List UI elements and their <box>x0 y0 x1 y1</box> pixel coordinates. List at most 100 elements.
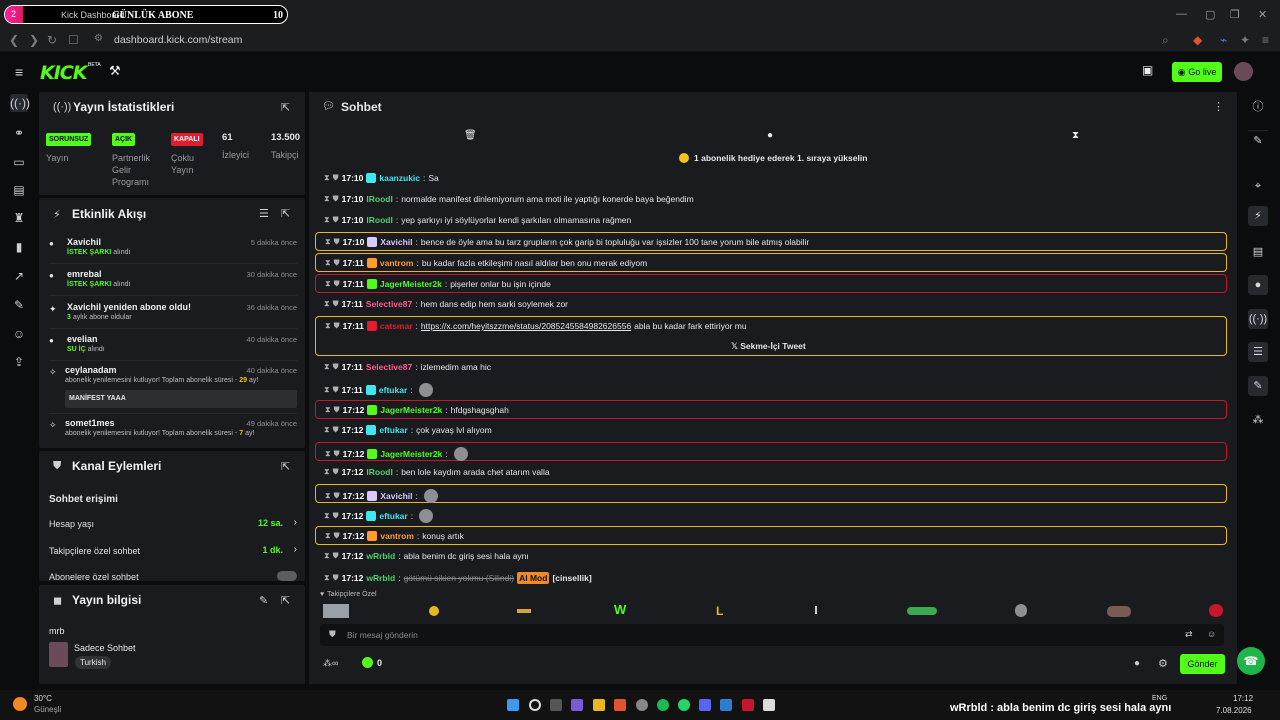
message-username[interactable]: JagerMeister2k <box>380 449 442 459</box>
language-indicator[interactable]: ENG <box>1152 695 1167 702</box>
app-icon[interactable] <box>720 699 732 711</box>
mod-shield-icon[interactable]: ⛊ <box>333 173 339 183</box>
kick-logo[interactable]: KICK <box>40 62 87 84</box>
chat-message[interactable]: ⧗ ⛊ 17:12 JagerMeister2k: hfdgshagsghah <box>315 400 1227 419</box>
mod-shield-icon[interactable]: ⛊ <box>334 237 340 247</box>
folder-icon[interactable] <box>593 699 605 711</box>
clock-time[interactable]: 17:12 <box>1233 694 1253 703</box>
avatar[interactable] <box>1234 62 1253 81</box>
whatsapp-icon[interactable] <box>678 699 690 711</box>
rail-stream-icon[interactable]: ((·)) <box>10 94 30 112</box>
emote[interactable] <box>517 609 531 613</box>
info-circle-icon[interactable]: ⓘ <box>1248 97 1268 117</box>
chat-icon[interactable]: ● <box>1248 275 1268 295</box>
timeout-icon[interactable]: ⧗ <box>324 194 330 204</box>
translate-icon[interactable]: ⇄ <box>1185 629 1193 640</box>
emote[interactable] <box>429 606 439 616</box>
chat-message[interactable]: ⧗ ⛊ 17:10 IRoodI: normalde manifest dinlemiy… <box>315 190 1227 209</box>
rail-window-icon[interactable]: ▭ <box>10 153 28 171</box>
chat-message[interactable]: ⧗ ⛊ 17:10 kaanzukic: Sa <box>315 169 1227 188</box>
app-icon[interactable] <box>742 699 754 711</box>
timeout-icon[interactable]: ⧗ <box>325 405 331 415</box>
search-icon[interactable] <box>529 699 541 711</box>
timeout-icon[interactable]: ⧗ <box>325 321 331 331</box>
filter-icon[interactable]: ☰ <box>259 207 269 220</box>
emote[interactable] <box>419 509 434 523</box>
emote[interactable] <box>815 606 817 614</box>
message-username[interactable]: kaanzukic <box>379 173 420 183</box>
chat-message[interactable]: ⧗ ⛊ 17:12 vantrom: konuş artık <box>315 526 1227 545</box>
message-input[interactable]: ⛊ Bir mesaj gönderin ⇄ ☺ <box>320 624 1224 646</box>
message-username[interactable]: IRoodI <box>366 215 392 225</box>
url-field[interactable]: dashboard.kick.com/stream <box>114 34 242 46</box>
trash-icon[interactable]: 🗑︎ <box>464 130 477 141</box>
brave-shield-icon[interactable]: ◆ <box>1193 33 1202 47</box>
mod-shield-icon[interactable]: ⛊ <box>333 511 339 521</box>
timeout-icon[interactable]: ⧗ <box>325 449 331 459</box>
pencil-icon[interactable]: ✎ <box>1248 130 1268 150</box>
message-username[interactable]: Xavichil <box>380 237 412 247</box>
rail-analytics-icon[interactable]: ↗ <box>10 267 28 285</box>
chat-message[interactable]: ⧗ ⛊ 17:12 JagerMeister2k: <box>315 442 1227 461</box>
menu-icon[interactable]: ≡ <box>1262 33 1269 47</box>
message-username[interactable]: eftukar <box>379 511 407 521</box>
chat-message[interactable]: ⧗ ⛊ 17:12 wRrbld: götümü sikien yokmu (Silin… <box>315 568 1227 587</box>
timeout-icon[interactable]: ⧗ <box>324 551 330 561</box>
emoji-icon[interactable]: ☺ <box>1207 629 1216 639</box>
back-icon[interactable]: ❮ <box>9 33 19 47</box>
wrench-icon[interactable]: ✎ <box>1248 376 1268 396</box>
rail-tools-icon[interactable]: ✎ <box>10 296 28 314</box>
points-icon[interactable]: ⁂∞ <box>323 658 338 669</box>
restore-icon[interactable]: ▢ <box>1205 8 1215 21</box>
clock-date[interactable]: 7.08.2026 <box>1216 706 1252 715</box>
emote[interactable] <box>453 447 468 461</box>
taskview-icon[interactable] <box>550 699 562 711</box>
popout-icon[interactable]: ⇱ <box>281 460 290 473</box>
chat-message[interactable]: ⧗ ⛊ 17:12 IRoodI: ben lole kaydım arada chet… <box>315 463 1227 482</box>
timeout-icon[interactable]: ⧗ <box>324 511 330 521</box>
extension-icon[interactable]: ⌁ <box>1220 33 1227 47</box>
chat-message[interactable]: ⧗ ⛊ 17:11 vantrom: bu kadar fazla etkileşimi… <box>315 253 1227 272</box>
popout-icon[interactable]: ⇱ <box>281 594 290 607</box>
message-link[interactable]: https://x.com/heyitszzme/status/20852455… <box>421 321 631 331</box>
rail-users-icon[interactable]: ☺ <box>10 325 28 343</box>
timeout-icon[interactable]: ⧗ <box>325 279 331 289</box>
message-username[interactable]: eftukar <box>379 385 407 395</box>
chat-message[interactable]: ⧗ ⛊ 17:12 eftukar: <box>315 505 1227 524</box>
popout-icon[interactable]: ⇱ <box>281 101 290 114</box>
timeout-icon[interactable]: ⧗ <box>325 237 331 247</box>
timeout-icon[interactable]: ⧗ <box>325 531 331 541</box>
gift-banner[interactable]: 1 abonelik hediye ederek 1. sıraya yükse… <box>679 153 867 163</box>
message-username[interactable]: IRoodI <box>366 194 392 204</box>
forward-icon[interactable]: ❯ <box>29 33 39 47</box>
message-username[interactable]: JagerMeister2k <box>380 279 442 289</box>
spotify-icon[interactable] <box>657 699 669 711</box>
document-icon[interactable]: ▤ <box>1248 242 1268 262</box>
setting-sub-chat[interactable]: Abonelere özel sohbet <box>49 571 297 581</box>
message-username[interactable]: IRoodI <box>366 467 392 477</box>
minimize-icon[interactable]: — <box>1176 8 1187 20</box>
send-button[interactable]: Gönder <box>1180 654 1225 674</box>
lightning-icon[interactable]: ⚡ <box>1248 206 1268 226</box>
tweet-embed[interactable]: 𝕏 Sekme-İçi Tweet <box>731 341 806 352</box>
hamburger-icon[interactable]: ≡ <box>15 64 23 80</box>
rail-trophy-icon[interactable]: ♜ <box>10 209 28 227</box>
message-username[interactable]: vantrom <box>380 531 414 541</box>
emote[interactable] <box>418 383 433 397</box>
message-username[interactable]: wRrbld <box>366 573 395 583</box>
mod-shield-icon[interactable]: ⛊ <box>333 467 339 477</box>
app-icon[interactable] <box>763 699 775 711</box>
timeout-icon[interactable]: ⧗ <box>324 173 330 183</box>
chat-message[interactable]: ⧗ ⛊ 17:10 IRoodI: yep şarkıyı iyi söylüyorla… <box>315 211 1227 230</box>
zoom-icon[interactable]: ⌕ <box>1162 33 1169 48</box>
emote[interactable] <box>423 489 438 503</box>
emote[interactable] <box>323 604 349 618</box>
mod-shield-icon[interactable]: ⛊ <box>334 258 340 268</box>
chat-message[interactable]: ⧗ ⛊ 17:11 JagerMeister2k: pişerler onlar bu … <box>315 274 1227 293</box>
message-username[interactable]: catsmar <box>380 321 413 331</box>
chat-message[interactable]: ⧗ ⛊ 17:11 Selective87: hem dans edip hem sar… <box>315 295 1227 314</box>
chat-message[interactable]: ⧗ ⛊ 17:11 catsmar: https://x.com/heyitszzme/… <box>315 316 1227 356</box>
chat-message[interactable]: ⧗ ⛊ 17:11 eftukar: <box>315 379 1227 398</box>
message-username[interactable]: wRrbld <box>366 551 395 561</box>
rail-upload-icon[interactable]: ⇪ <box>10 353 28 371</box>
